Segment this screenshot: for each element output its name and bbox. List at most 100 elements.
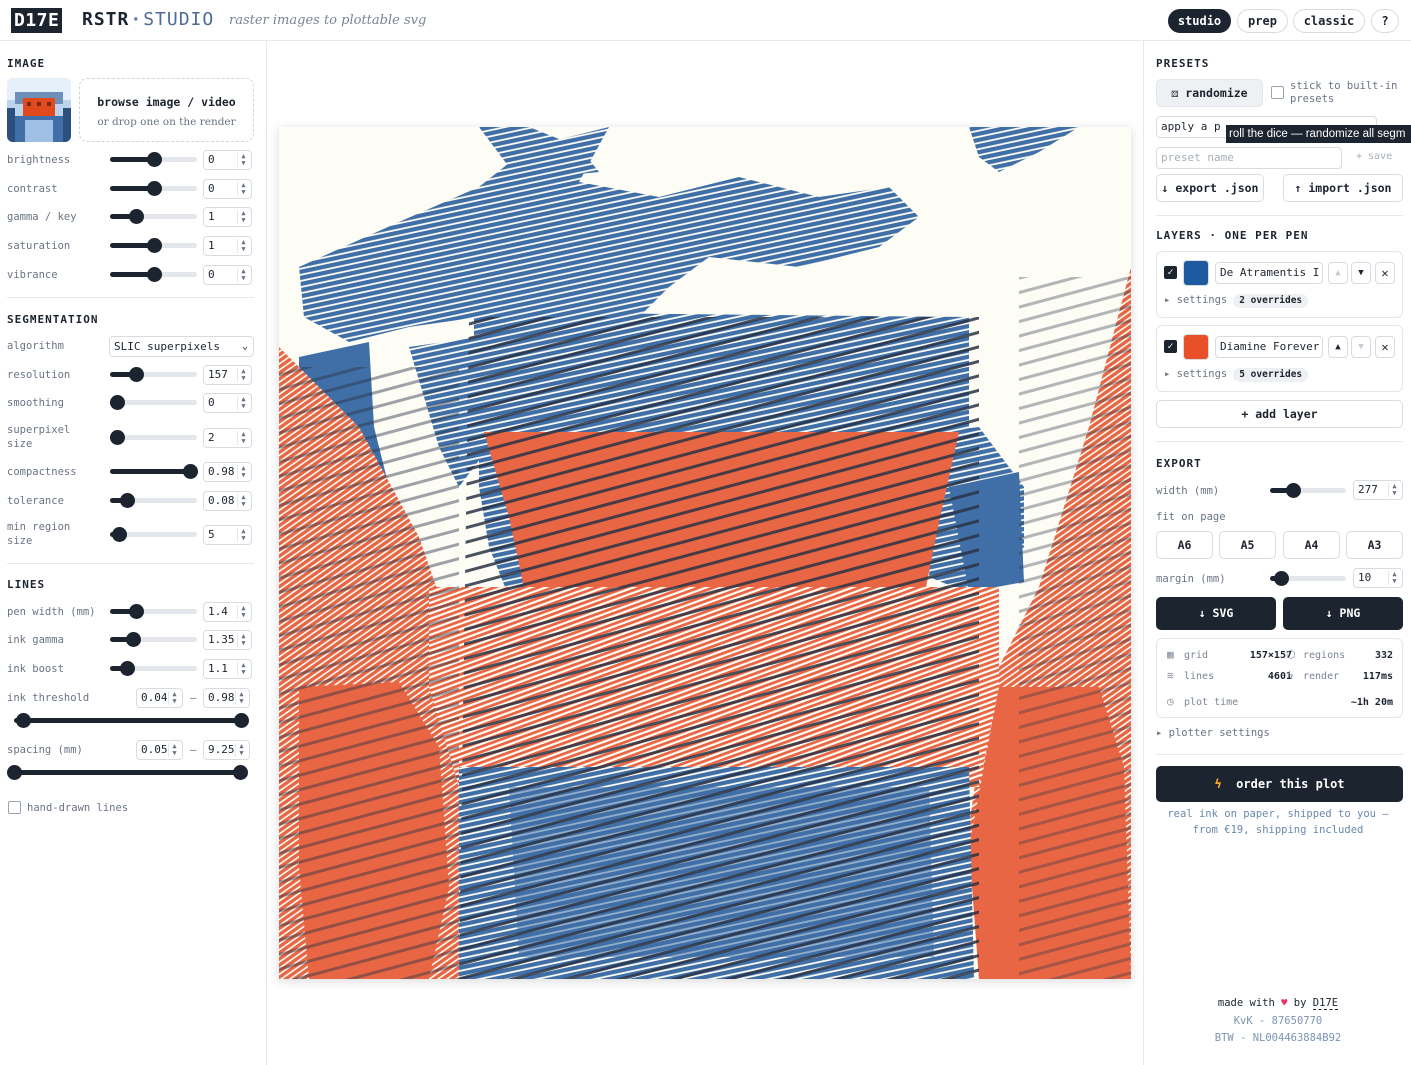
- stepper-icon[interactable]: ▲ ▼: [237, 465, 249, 479]
- download-png-button[interactable]: ↓ PNG: [1283, 597, 1403, 630]
- image-thumbnail[interactable]: [7, 78, 71, 142]
- vibrance-slider[interactable]: [110, 267, 197, 282]
- width-input[interactable]: 277 ▲ ▼: [1353, 480, 1403, 500]
- slider-handle[interactable]: [1285, 483, 1301, 498]
- slider-handle[interactable]: [1274, 571, 1290, 586]
- layer-visible-checkbox[interactable]: ✓: [1164, 340, 1177, 353]
- slider-handle[interactable]: [146, 181, 162, 196]
- slider-handle[interactable]: [109, 395, 125, 410]
- slider-handle[interactable]: [120, 661, 136, 676]
- slider-handle[interactable]: [146, 238, 162, 253]
- ink-gamma-input[interactable]: 1.35 ▲ ▼: [203, 630, 252, 650]
- resolution-input[interactable]: 157 ▲ ▼: [203, 365, 252, 385]
- move-down-icon[interactable]: ▼: [1351, 336, 1371, 358]
- d17e-logo[interactable]: D17E: [11, 8, 63, 33]
- spacing-min[interactable]: 0.05 ▲ ▼: [136, 740, 183, 760]
- stepper-icon[interactable]: ▲ ▼: [168, 743, 180, 757]
- stepper-icon[interactable]: ▲ ▼: [235, 743, 247, 757]
- range-handle-max[interactable]: [233, 765, 248, 780]
- saturation-slider[interactable]: [110, 238, 197, 253]
- stepper-icon[interactable]: ▲ ▼: [237, 662, 249, 676]
- page-a4-button[interactable]: A4: [1283, 531, 1340, 559]
- ink-boost-slider[interactable]: [110, 661, 197, 676]
- range-handle-min[interactable]: [7, 765, 22, 780]
- save-preset-button[interactable]: + save: [1356, 151, 1392, 162]
- move-down-icon[interactable]: ▼: [1351, 262, 1371, 284]
- page-a3-button[interactable]: A3: [1346, 531, 1403, 559]
- layer-color-swatch[interactable]: [1183, 334, 1209, 360]
- d17e-link[interactable]: D17E: [1312, 997, 1339, 1010]
- tolerance-input[interactable]: 0.08 ▲ ▼: [203, 491, 252, 511]
- tolerance-slider[interactable]: [110, 493, 197, 508]
- stepper-icon[interactable]: ▲ ▼: [237, 368, 249, 382]
- layer-settings-toggle[interactable]: ▸ settings 2 overrides: [1164, 294, 1309, 308]
- slider-handle[interactable]: [111, 527, 127, 542]
- slider-handle[interactable]: [129, 209, 145, 224]
- ink-boost-input[interactable]: 1.1 ▲ ▼: [203, 659, 252, 679]
- compactness-input[interactable]: 0.98 ▲ ▼: [203, 462, 252, 482]
- slider-handle[interactable]: [126, 632, 142, 647]
- help-button[interactable]: ?: [1371, 9, 1399, 33]
- stepper-icon[interactable]: ▲ ▼: [237, 528, 249, 542]
- algorithm-select[interactable]: SLIC superpixels ⌄: [109, 336, 254, 357]
- stepper-icon[interactable]: ▲ ▼: [237, 239, 249, 253]
- stepper-icon[interactable]: ▲ ▼: [235, 691, 247, 705]
- layer-settings-toggle[interactable]: ▸ settings 5 overrides: [1164, 368, 1309, 382]
- stepper-icon[interactable]: ▲ ▼: [237, 431, 249, 445]
- stick-presets-checkbox[interactable]: [1271, 86, 1284, 99]
- stepper-icon[interactable]: ▲ ▼: [237, 268, 249, 282]
- superpixel-size-input[interactable]: 2 ▲ ▼: [203, 428, 252, 448]
- move-up-icon[interactable]: ▲: [1328, 336, 1348, 358]
- layer-color-swatch[interactable]: [1183, 260, 1209, 286]
- pen-select[interactable]: De Atramentis I: [1215, 262, 1323, 284]
- page-a6-button[interactable]: A6: [1156, 531, 1213, 559]
- brightness-slider[interactable]: [110, 152, 197, 167]
- gamma-key-input[interactable]: 1 ▲ ▼: [203, 207, 252, 227]
- tab-studio[interactable]: studio: [1168, 9, 1231, 33]
- spacing-max[interactable]: 9.25 ▲ ▼: [203, 740, 250, 760]
- margin-slider[interactable]: [1270, 571, 1346, 586]
- pen-select[interactable]: Diamine Forever: [1215, 336, 1323, 358]
- resolution-slider[interactable]: [110, 367, 197, 382]
- page-a5-button[interactable]: A5: [1219, 531, 1276, 559]
- layer-visible-checkbox[interactable]: ✓: [1164, 266, 1177, 279]
- smoothing-slider[interactable]: [109, 395, 197, 410]
- range-handle-min[interactable]: [16, 713, 32, 728]
- contrast-slider[interactable]: [110, 181, 197, 196]
- slider-handle[interactable]: [109, 430, 125, 445]
- min-region-size-input[interactable]: 5 ▲ ▼: [203, 525, 252, 545]
- export-json-button[interactable]: ↓ export .json: [1156, 174, 1264, 202]
- preset-name-input[interactable]: preset name: [1156, 147, 1342, 169]
- slider-handle[interactable]: [183, 464, 199, 479]
- slider-handle[interactable]: [146, 152, 162, 167]
- gamma-key-slider[interactable]: [110, 209, 197, 224]
- superpixel-size-slider[interactable]: [109, 430, 197, 445]
- pen-width-mm-input[interactable]: 1.4 ▲ ▼: [203, 602, 252, 622]
- order-plot-button[interactable]: ϟ order this plot: [1156, 766, 1403, 802]
- stepper-icon[interactable]: ▲ ▼: [237, 153, 249, 167]
- browse-dropzone[interactable]: browse image / video or drop one on the …: [79, 78, 254, 142]
- move-up-icon[interactable]: ▲: [1328, 262, 1348, 284]
- min-region-size-slider[interactable]: [110, 527, 197, 542]
- stepper-icon[interactable]: ▲ ▼: [237, 396, 249, 410]
- randomize-button[interactable]: ⚄ randomize: [1156, 79, 1263, 107]
- ink-threshold-min[interactable]: 0.04 ▲ ▼: [136, 688, 183, 708]
- import-json-button[interactable]: ↑ import .json: [1283, 174, 1403, 202]
- stepper-icon[interactable]: ▲ ▼: [237, 210, 249, 224]
- stepper-icon[interactable]: ▲ ▼: [237, 605, 249, 619]
- stepper-icon[interactable]: ▲ ▼: [168, 691, 180, 705]
- saturation-input[interactable]: 1 ▲ ▼: [203, 236, 252, 256]
- slider-handle[interactable]: [146, 267, 162, 282]
- stepper-icon[interactable]: ▲ ▼: [237, 633, 249, 647]
- ink-gamma-slider[interactable]: [110, 632, 197, 647]
- compactness-slider[interactable]: [110, 464, 199, 479]
- tab-prep[interactable]: prep: [1237, 9, 1288, 33]
- contrast-input[interactable]: 0 ▲ ▼: [203, 179, 252, 199]
- slider-handle[interactable]: [129, 604, 145, 619]
- brightness-input[interactable]: 0 ▲ ▼: [203, 150, 252, 170]
- slider-handle[interactable]: [120, 493, 136, 508]
- range-handle-max[interactable]: [234, 713, 250, 728]
- slider-handle[interactable]: [129, 367, 145, 382]
- close-icon[interactable]: ✕: [1375, 262, 1395, 284]
- ink-threshold-range[interactable]: [14, 713, 250, 728]
